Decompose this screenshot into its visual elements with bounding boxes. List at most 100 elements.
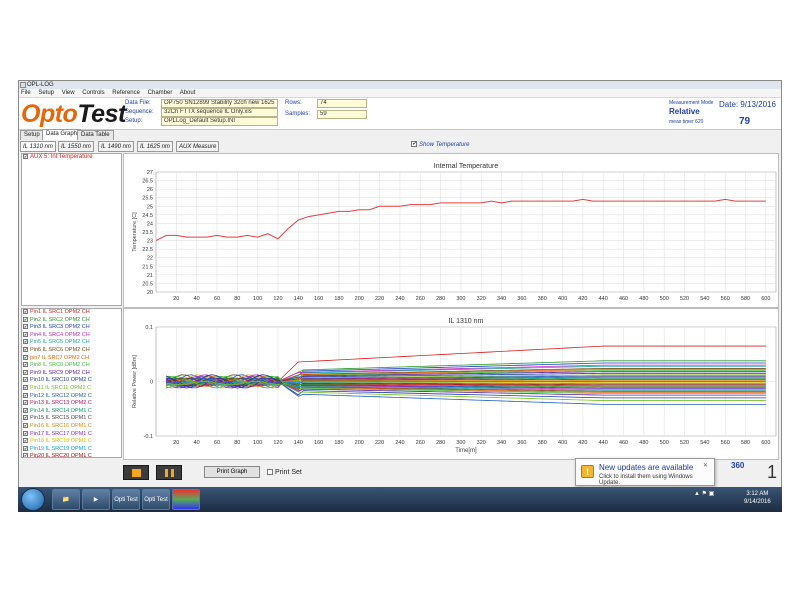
x-tick-label: 380: [538, 440, 547, 446]
print-set-label: Print Set: [275, 469, 302, 476]
channel-item[interactable]: ✔ Pin1 IL SRC1 OPM2 CH: [22, 309, 121, 317]
menu-view[interactable]: View: [62, 90, 75, 96]
taskbar-app-opti-2[interactable]: Opti Test: [142, 489, 170, 510]
aux-item[interactable]: ✔ AUX 5: Int Temperature: [22, 154, 121, 162]
sequence-field[interactable]: 32Ch FTTX sequence IL Only.xls: [161, 108, 278, 117]
channel-checkbox[interactable]: ✔: [23, 422, 28, 428]
channel-list: ✔ Pin1 IL SRC1 OPM2 CH ✔ Pin2 IL SRC2 OPM2 …: [21, 308, 122, 458]
clock[interactable]: 3:12 AM 9/14/2016: [744, 490, 771, 506]
menu-file[interactable]: File: [21, 90, 31, 96]
channel-item[interactable]: ✔ Pin6 IL SRC6 OPM2 CH: [22, 347, 121, 355]
aux-item-label: AUX 5: Int Temperature: [30, 154, 93, 161]
channel-item[interactable]: ✔ Pin19 IL SRC19 OPM1 C: [22, 446, 121, 454]
channel-item[interactable]: ✔ Pin8 IL SRC8 OPM2 CH: [22, 362, 121, 370]
setup-field[interactable]: OPLLog_Default Setup.INI: [161, 117, 278, 126]
channel-checkbox[interactable]: ✔: [23, 377, 28, 383]
print-graph-button[interactable]: Print Graph: [204, 466, 260, 478]
y-axis-label: Temperature [C]: [132, 212, 138, 252]
channel-item[interactable]: ✔ Pin15 IL SRC15 OPM1 C: [22, 415, 121, 423]
channel-label: Pin6 IL SRC6 OPM2 CH: [30, 346, 90, 353]
close-icon[interactable]: ✕: [703, 462, 708, 469]
channel-item[interactable]: ✔ Pin12 IL SRC12 OPM2 C: [22, 393, 121, 401]
channel-checkbox[interactable]: ✔: [23, 339, 28, 345]
channel-checkbox[interactable]: ✔: [23, 430, 28, 436]
tab-setup[interactable]: Setup: [20, 130, 44, 140]
channel-item[interactable]: ✔ Pin14 IL SRC14 OPM1 C: [22, 408, 121, 416]
data-file-field[interactable]: OP750 SN12899 Stability 32ch new 1625: [161, 99, 278, 108]
channel-checkbox[interactable]: ✔: [23, 347, 28, 353]
channel-item[interactable]: ✔ Pin4 IL SRC4 OPM2 CH: [22, 332, 121, 340]
channel-item[interactable]: ✔ Pin20 IL SRC20 OPM1 C: [22, 453, 121, 457]
channel-checkbox[interactable]: ✔: [23, 354, 28, 360]
subtab-il-1310[interactable]: IL 1310 nm: [20, 141, 56, 152]
tab-data-table[interactable]: Data Table: [77, 130, 114, 140]
rows-field[interactable]: 74: [317, 99, 367, 108]
x-tick-label: 440: [599, 296, 608, 302]
media-player-icon[interactable]: ▶: [82, 489, 110, 510]
channel-item[interactable]: ✔ Pin9 IL SRC9 OPM2 CH: [22, 370, 121, 378]
channel-checkbox[interactable]: ✔: [23, 438, 28, 444]
channel-checkbox[interactable]: ✔: [23, 400, 28, 406]
channel-checkbox[interactable]: ✔: [23, 362, 28, 368]
menu-setup[interactable]: Setup: [38, 90, 54, 96]
x-tick-label: 480: [639, 296, 648, 302]
channel-item[interactable]: ✔ Pin2 IL SRC2 OPM2 CH: [22, 317, 121, 325]
channel-item[interactable]: ✔ Pin11 IL SRC11 OPM2 C: [22, 385, 121, 393]
channel-label: Pin9 IL SRC9 OPM2 CH: [30, 369, 90, 376]
channel-checkbox[interactable]: ✔: [23, 392, 28, 398]
channel-checkbox[interactable]: ✔: [23, 445, 28, 451]
channel-checkbox[interactable]: ✔: [23, 453, 28, 457]
paint-icon[interactable]: [172, 489, 200, 510]
windows-update-notification[interactable]: ! New updates are available Click to ins…: [575, 458, 715, 486]
channel-item[interactable]: ✔ Pin3 IL SRC3 OPM2 CH: [22, 324, 121, 332]
samples-field[interactable]: 59: [317, 110, 367, 119]
show-temperature-checkbox[interactable]: ✔: [411, 141, 417, 148]
windows-start-icon[interactable]: [21, 488, 45, 511]
print-set-checkbox[interactable]: [267, 469, 273, 476]
explorer-icon[interactable]: 📁: [52, 489, 80, 510]
y-tick-label: 25: [147, 204, 153, 210]
x-tick-label: 60: [214, 440, 220, 446]
channel-item[interactable]: ✔ Pin18 IL SRC18 OPM1 C: [22, 438, 121, 446]
sequence-label: Sequence:: [125, 109, 154, 115]
channel-item[interactable]: ✔ Pin10 IL SRC10 OPM2 C: [22, 377, 121, 385]
channel-item[interactable]: ✔ Pin17 IL SRC17 OPM1 C: [22, 431, 121, 439]
channel-checkbox[interactable]: ✔: [23, 384, 28, 390]
menu-reference[interactable]: Reference: [112, 90, 140, 96]
menu-about[interactable]: About: [180, 90, 196, 96]
tab-data-graph[interactable]: Data Graph: [42, 129, 82, 140]
channel-checkbox[interactable]: ✔: [23, 407, 28, 413]
channel-checkbox[interactable]: ✔: [23, 309, 28, 315]
x-tick-label: 160: [314, 440, 323, 446]
menu-bar: File Setup View Controls Reference Chamb…: [19, 89, 781, 98]
channel-item[interactable]: ✔ pin7 IL SRC7 OPM2 CH: [22, 355, 121, 363]
y-tick-label: 0.1: [145, 325, 153, 331]
x-tick-label: 380: [538, 296, 547, 302]
channel-checkbox[interactable]: ✔: [23, 324, 28, 330]
channel-checkbox[interactable]: ✔: [23, 369, 28, 375]
channel-checkbox[interactable]: ✔: [23, 316, 28, 322]
channel-item[interactable]: ✔ Pin5 IL SRC5 OPM2 CH: [22, 339, 121, 347]
channel-checkbox[interactable]: ✔: [23, 415, 28, 421]
pause-button[interactable]: [156, 465, 182, 480]
channel-item[interactable]: ✔ Pin13 IL SRC13 OPM2 C: [22, 400, 121, 408]
print-set-toggle[interactable]: Print Set: [267, 469, 302, 476]
subtab-il-1490[interactable]: IL 1490 nm: [98, 141, 134, 152]
taskbar-app-opti-1[interactable]: Opti Test: [112, 489, 140, 510]
subtab-il-1625[interactable]: IL 1625 nm: [137, 141, 173, 152]
subtab-il-1550[interactable]: IL 1550 nm: [58, 141, 94, 152]
y-tick-label: 20.5: [142, 281, 153, 287]
subtab-aux-measure[interactable]: AUX Measure: [176, 141, 220, 152]
channel-checkbox[interactable]: ✔: [23, 331, 28, 337]
y-tick-label: 26: [147, 187, 153, 193]
menu-chamber[interactable]: Chamber: [148, 90, 173, 96]
x-tick-label: 520: [680, 440, 689, 446]
aux-checkbox[interactable]: ✔: [23, 154, 28, 159]
menu-controls[interactable]: Controls: [82, 90, 104, 96]
play-icon: [132, 469, 141, 477]
channel-item[interactable]: ✔ Pin16 IL SRC16 OPM1 C: [22, 423, 121, 431]
main-tabs: Setup Data Graph Data Table: [19, 129, 781, 140]
start-button[interactable]: [123, 465, 149, 480]
x-tick-label: 360: [517, 296, 526, 302]
show-temperature-toggle[interactable]: ✔ Show Temperature: [411, 141, 469, 150]
